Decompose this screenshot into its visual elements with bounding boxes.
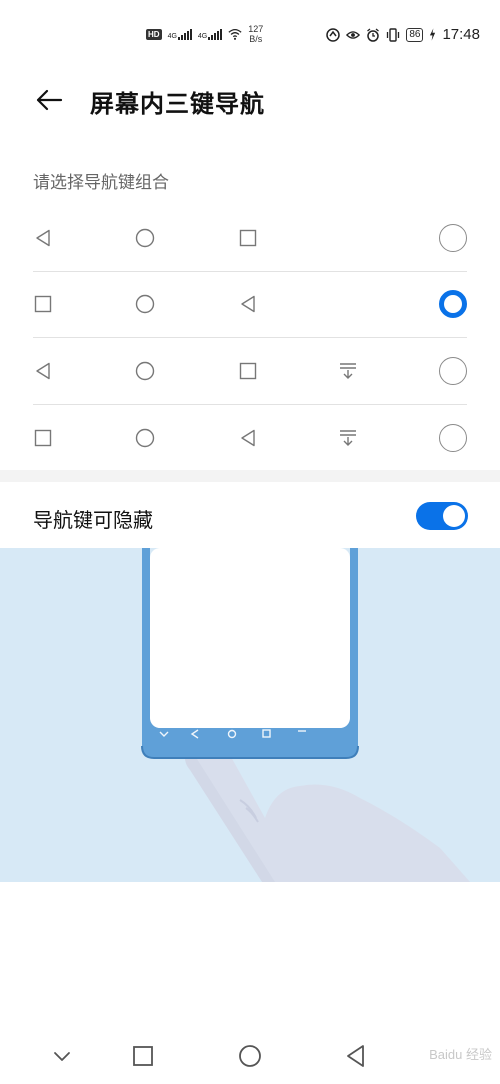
home-icon (135, 228, 155, 247)
recents-icon (34, 429, 52, 446)
vibrate-icon (387, 27, 400, 42)
back-icon (241, 296, 255, 313)
recents-icon (239, 229, 257, 246)
hide-nav-switch[interactable] (416, 502, 468, 530)
hide-nav-setting: 导航键可隐藏 (0, 482, 500, 548)
nav-option-2[interactable] (33, 272, 467, 338)
nav-illustration (0, 548, 500, 882)
sim1-signal-icon: 4G (168, 28, 192, 40)
battery-indicator: 86 (406, 27, 424, 42)
option-radio[interactable] (439, 223, 467, 252)
home-icon (135, 428, 155, 447)
nav-combination-list (0, 205, 500, 471)
back-button[interactable] (34, 88, 64, 112)
home-button[interactable] (236, 1042, 264, 1070)
section-divider (0, 470, 500, 482)
home-icon (239, 1045, 261, 1067)
arrow-left-icon (36, 89, 63, 111)
notification-pull-icon (340, 430, 356, 446)
eye-comfort-icon (346, 30, 361, 39)
page-title: 屏幕内三键导航 (90, 90, 265, 118)
alarm-icon (367, 27, 380, 42)
data-saver-icon (326, 27, 341, 42)
switch-knob (443, 505, 465, 527)
back-nav-button[interactable] (342, 1042, 370, 1070)
status-time: 17:48 (442, 26, 480, 43)
recents-button[interactable] (129, 1042, 157, 1070)
nav-option-4[interactable] (33, 405, 467, 472)
option-radio[interactable] (439, 423, 467, 452)
home-icon (135, 361, 155, 380)
section-label: 请选择导航键组合 (33, 173, 169, 193)
status-bar: HD 4G 4G 127 B/s 86 17:48 (0, 0, 500, 60)
hd-voice-badge: HD (146, 28, 162, 40)
system-nav-bar (0, 1030, 500, 1084)
back-icon (347, 1045, 364, 1067)
recents-icon (133, 1046, 153, 1066)
chevron-down-icon (54, 1052, 70, 1061)
charging-icon (430, 28, 436, 41)
hand-icon (185, 739, 470, 882)
watermark: Baidu 经验 (429, 1047, 492, 1062)
option-radio[interactable] (439, 356, 467, 385)
nav-option-3[interactable] (33, 338, 467, 405)
sim2-signal-icon: 4G (198, 28, 223, 40)
status-right: 86 17:48 (326, 26, 480, 43)
wifi-icon (228, 28, 242, 40)
hide-nav-button[interactable] (48, 1042, 76, 1070)
recents-icon (34, 296, 52, 313)
back-icon (241, 429, 255, 446)
back-icon (36, 362, 50, 379)
home-icon (135, 295, 155, 314)
phone-illustration (141, 548, 470, 882)
hide-nav-label: 导航键可隐藏 (33, 508, 153, 532)
status-left: HD 4G 4G 127 B/s (146, 24, 263, 44)
nav-option-1[interactable] (33, 205, 467, 272)
app-header: 屏幕内三键导航 (0, 72, 500, 128)
option-radio-selected[interactable] (439, 290, 467, 319)
back-icon (36, 229, 50, 246)
network-speed: 127 B/s (248, 24, 264, 44)
notification-pull-icon (340, 363, 356, 379)
recents-icon (239, 362, 257, 379)
